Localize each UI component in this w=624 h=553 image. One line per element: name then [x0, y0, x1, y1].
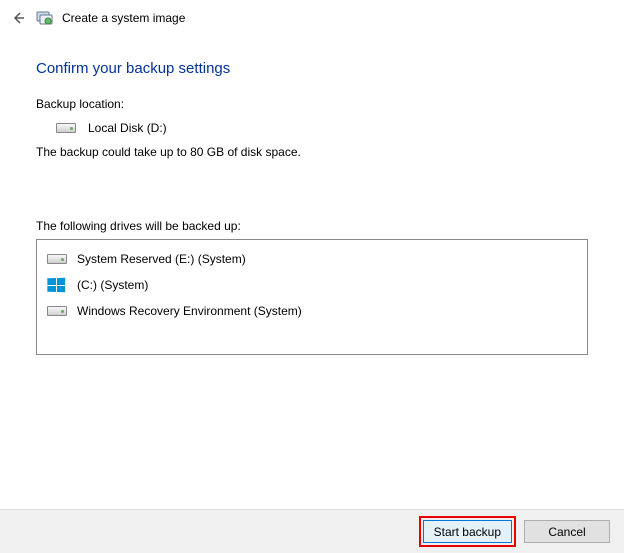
footer-button-bar: Start backup Cancel: [0, 509, 624, 553]
content-area: Confirm your backup settings Backup loca…: [0, 32, 624, 355]
start-backup-button[interactable]: Start backup: [423, 520, 512, 543]
back-arrow-icon[interactable]: [8, 8, 28, 28]
backup-location-label: Backup location:: [36, 97, 588, 111]
window-header: Create a system image: [0, 0, 624, 32]
hard-disk-icon: [56, 121, 76, 135]
list-item: (C:) (System): [41, 272, 583, 298]
drives-list: System Reserved (E:) (System) (C:) (Syst…: [36, 239, 588, 355]
drive-label: System Reserved (E:) (System): [77, 252, 246, 266]
cancel-button[interactable]: Cancel: [524, 520, 610, 543]
page-heading: Confirm your backup settings: [36, 60, 588, 77]
destination-name: Local Disk (D:): [88, 121, 167, 135]
window-title: Create a system image: [62, 11, 185, 25]
size-note: The backup could take up to 80 GB of dis…: [36, 145, 588, 159]
hard-disk-icon: [47, 304, 67, 318]
list-item: Windows Recovery Environment (System): [41, 298, 583, 324]
windows-icon: [47, 278, 67, 292]
highlight-annotation: Start backup: [419, 516, 516, 547]
drive-label: (C:) (System): [77, 278, 148, 292]
list-item: System Reserved (E:) (System): [41, 246, 583, 272]
destination-row: Local Disk (D:): [56, 121, 588, 135]
system-image-icon: [36, 9, 54, 27]
drive-label: Windows Recovery Environment (System): [77, 304, 302, 318]
drives-list-label: The following drives will be backed up:: [36, 219, 588, 233]
hard-disk-icon: [47, 252, 67, 266]
